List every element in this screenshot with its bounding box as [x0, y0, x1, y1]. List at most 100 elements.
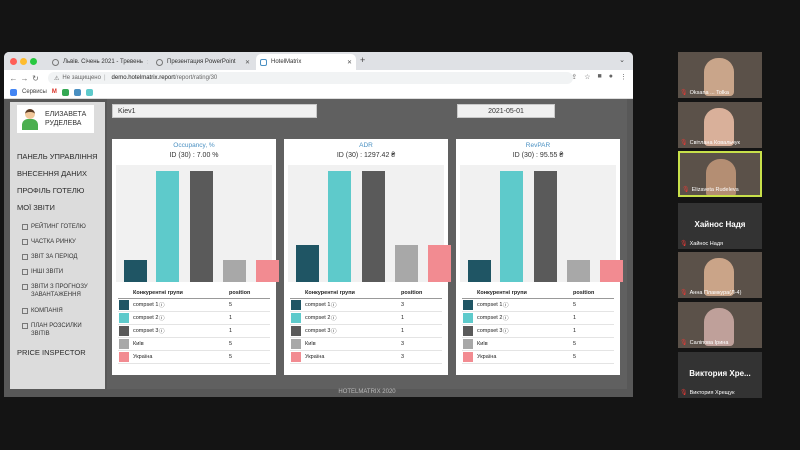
submenu-hotel-rating[interactable]: РЕЙТИНГ ГОТЕЛЮ	[22, 223, 86, 231]
sidebar: ЕЛИЗАВЕТА РУДЕЛЕВА ПАНЕЛЬ УПРАВЛІННЯ ВНЕ…	[10, 102, 105, 389]
back-icon[interactable]: ←	[8, 74, 19, 83]
info-icon[interactable]: ⓘ	[159, 303, 165, 309]
group-name: Україна	[133, 354, 153, 360]
menu-dashboard[interactable]: ПАНЕЛЬ УПРАВЛІННЯ	[17, 152, 98, 161]
ranking-table: Конкурентні групи position compset 1 ⓘ 5 c…	[462, 287, 614, 364]
chart-bar	[428, 245, 451, 282]
column-header-group: Конкурентні групи	[305, 289, 355, 296]
participant-tile[interactable]: 🎙 Саліпова Ірина	[678, 302, 762, 348]
info-icon[interactable]: ⓘ	[331, 329, 337, 335]
table-row: compset 2 ⓘ 1	[118, 312, 270, 325]
share-icon[interactable]: ⇪	[571, 73, 577, 81]
chart-bar	[600, 260, 623, 282]
bookmark-icon[interactable]	[85, 88, 93, 96]
minimize-window-button[interactable]	[20, 58, 27, 65]
tab-list-chevron-icon[interactable]: ⌄	[619, 56, 625, 64]
user-last-name: РУДЕЛЕВА	[45, 120, 82, 127]
close-tab-icon[interactable]: ✕	[241, 59, 250, 66]
browser-tab[interactable]: Львів. Січень 2021 - Тревень ✕	[48, 54, 148, 70]
info-icon[interactable]: ⓘ	[159, 316, 165, 322]
menu-price-inspector[interactable]: PRICE INSPECTOR	[17, 348, 86, 357]
browser-menu-icon[interactable]: ⋮	[620, 73, 627, 81]
bookmark-icon[interactable]	[61, 88, 69, 96]
profile-icon[interactable]: ●	[609, 73, 613, 81]
color-swatch	[291, 313, 301, 323]
participant-label: 🎙 Оksana ... Tolka	[680, 89, 729, 97]
table-row: Київ 3	[290, 338, 442, 351]
globe-icon	[52, 58, 59, 66]
participant-tile[interactable]: Хайнос Надя 🎙 Хайнос Надя	[678, 203, 762, 249]
position-value: 3	[401, 302, 405, 308]
color-swatch	[463, 352, 473, 362]
bookmark-star-icon[interactable]: ☆	[584, 73, 590, 81]
info-icon[interactable]: ⓘ	[331, 303, 337, 309]
chart-bar	[362, 171, 385, 282]
submenu-other-reports[interactable]: ІНШІ ЗВІТИ	[22, 268, 63, 276]
address-bar[interactable]: ⚠ Не защищено | demo.hotelmatrix.report /…	[48, 72, 573, 84]
info-icon[interactable]: ⓘ	[503, 316, 509, 322]
participant-tile[interactable]: 🎙 Світлана Ковальчук	[678, 102, 762, 148]
submenu-mailing-plan[interactable]: ПЛАН РОЗСИЛКИ ЗВІТІВ	[22, 322, 93, 338]
participant-name: Світлана Ковальчук	[689, 139, 740, 146]
city-select[interactable]: Kiev1	[112, 104, 317, 118]
close-tab-icon[interactable]: ✕	[343, 59, 352, 66]
muted-mic-icon: 🎙	[680, 390, 688, 396]
participant-tile[interactable]: 🎙 Оksana ... Tolka	[678, 52, 762, 98]
forward-icon[interactable]: →	[19, 74, 30, 83]
color-swatch	[119, 313, 129, 323]
apps-icon[interactable]	[10, 88, 17, 96]
participant-tile[interactable]: 🎙 Elizaveta Rudeleva	[678, 151, 762, 197]
position-value: 3	[401, 354, 405, 360]
position-value: 1	[573, 315, 577, 321]
muted-mic-icon: 🎙	[680, 290, 688, 296]
color-swatch	[463, 300, 473, 310]
user-profile-card[interactable]: ЕЛИЗАВЕТА РУДЕЛЕВА	[17, 105, 94, 133]
color-swatch	[291, 352, 301, 362]
bookmark-services[interactable]: Сервисы	[22, 89, 47, 95]
participant-tile[interactable]: 🎙 Анна Пламкура(Л-4)	[678, 252, 762, 298]
browser-tab-active[interactable]: HotelMatrix ✕	[256, 54, 356, 70]
submenu-forecast-reports[interactable]: ЗВІТИ З ПРОГНОЗУ ЗАВАНТАЖЕННЯ	[22, 283, 101, 299]
menu-data-entry[interactable]: ВНЕСЕННЯ ДАНИХ	[17, 169, 87, 178]
info-icon[interactable]: ⓘ	[503, 303, 509, 309]
extensions-icon[interactable]: ■	[598, 73, 602, 81]
table-row: Україна 5	[118, 351, 270, 364]
chart-icon	[22, 269, 28, 275]
date-picker[interactable]: 2021-05-01	[457, 104, 555, 118]
gmail-icon[interactable]: M	[52, 89, 57, 95]
card-hotel-value: ID (30) : 1297.42 ₴	[336, 152, 396, 159]
maximize-window-button[interactable]	[30, 58, 37, 65]
menu-my-reports[interactable]: МОЇ ЗВІТИ	[17, 203, 55, 212]
color-swatch	[463, 339, 473, 349]
bookmark-icon[interactable]	[73, 88, 81, 96]
submenu-market-share[interactable]: ЧАСТКА РИНКУ	[22, 238, 76, 246]
security-label: Не защищено	[62, 75, 101, 81]
column-header-group: Конкурентні групи	[477, 289, 527, 296]
submenu-period-report[interactable]: ЗВІТ ЗА ПЕРІОД	[22, 253, 78, 261]
tab-title: Презентация PowerPoint	[167, 59, 236, 65]
url-path: /report/rating/30	[174, 75, 218, 81]
group-name: Україна	[305, 354, 325, 360]
color-swatch	[119, 339, 129, 349]
participant-tile[interactable]: Виктория Хре... 🎙 Виктория Хрещук	[678, 352, 762, 398]
menu-hotel-profile[interactable]: ПРОФІЛЬ ГОТЕЛЮ	[17, 186, 84, 195]
info-icon[interactable]: ⓘ	[331, 316, 337, 322]
close-tab-icon[interactable]: ✕	[143, 59, 148, 66]
close-window-button[interactable]	[10, 58, 17, 65]
position-value: 5	[229, 302, 233, 308]
participant-name: Хайнос Надя	[689, 240, 724, 247]
info-icon[interactable]: ⓘ	[503, 329, 509, 335]
info-icon[interactable]: ⓘ	[159, 329, 165, 335]
color-swatch	[291, 300, 301, 310]
participant-label: 🎙 Хайнос Надя	[680, 240, 724, 248]
submenu-company[interactable]: КОМПАНІЯ	[22, 307, 63, 315]
browser-tab[interactable]: Презентация PowerPoint ✕	[152, 54, 254, 70]
participant-name: Оksana ... Tolka	[689, 89, 729, 96]
new-tab-icon[interactable]: +	[360, 55, 365, 65]
chart-bar	[256, 260, 279, 282]
participant-name: Elizaveta Rudeleva	[691, 186, 739, 193]
participant-label: 🎙 Elizaveta Rudeleva	[682, 186, 739, 194]
reload-icon[interactable]: ↻	[30, 74, 41, 83]
position-value: 5	[573, 302, 577, 308]
chart-bar	[567, 260, 590, 282]
